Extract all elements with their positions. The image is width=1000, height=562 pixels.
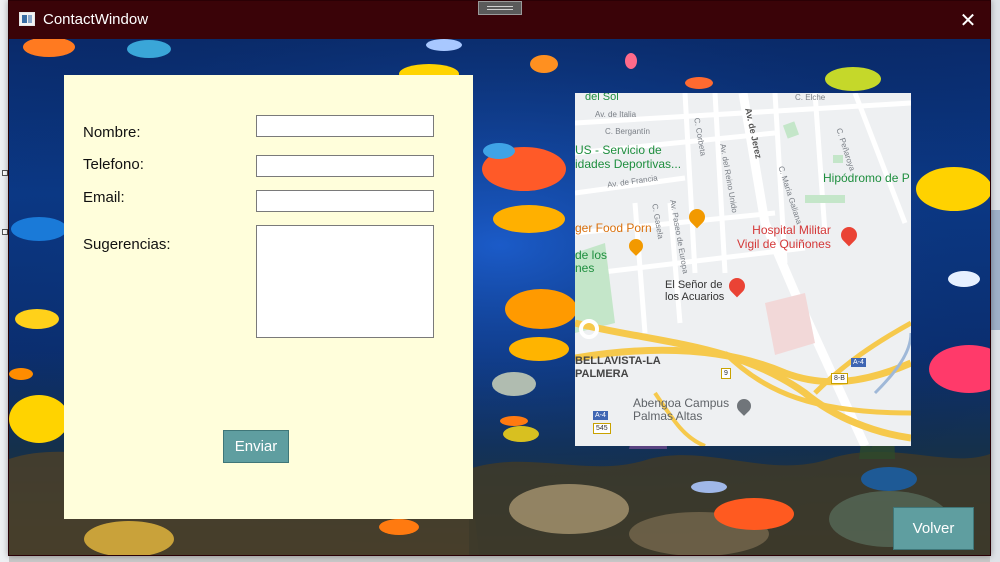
map-poi-sports: US - Servicio de idades Deportivas...	[575, 143, 682, 171]
email-label: Email:	[83, 189, 125, 206]
telefono-label: Telefono:	[83, 156, 144, 173]
desktop-background-strip-right	[990, 0, 1000, 562]
nombre-label: Nombre:	[83, 124, 141, 141]
map-poi-park: de los nes	[575, 248, 608, 275]
contact-window: ContactWindow ✕ Nombre: Telefono: Email:…	[8, 0, 991, 556]
road-shield: 545	[593, 423, 611, 434]
nombre-input[interactable]	[256, 115, 434, 137]
road-shield: 8-B	[831, 373, 848, 384]
map-poi-racecourse: Hipódromo de P	[823, 171, 910, 185]
map-poi-food: ger Food Porn	[575, 221, 652, 235]
sugerencias-textarea[interactable]	[256, 225, 434, 338]
road-shield: A-4	[593, 411, 608, 420]
window-grip-handle[interactable]	[478, 1, 522, 15]
telefono-input[interactable]	[256, 155, 434, 177]
map-street-label: del Sol	[585, 93, 619, 103]
map-poi-hospital: Hospital Militar Vigil de Quiñones	[737, 223, 831, 251]
map-street-label: Av. de Italia	[595, 110, 637, 119]
contact-form-panel: Nombre: Telefono: Email: Sugerencias: En…	[64, 75, 473, 519]
volver-button[interactable]: Volver	[893, 507, 974, 550]
enviar-button[interactable]: Enviar	[223, 430, 289, 463]
app-icon	[19, 12, 35, 26]
window-title: ContactWindow	[43, 11, 149, 28]
email-input[interactable]	[256, 190, 434, 212]
map-street-label: C. Elche	[795, 93, 826, 102]
map-district-label: BELLAVISTA-LA PALMERA	[575, 355, 661, 380]
map-poi-aquarium: El Señor de los Acuarios	[665, 279, 725, 303]
map-poi-campus: Abengoa Campus Palmas Altas	[633, 396, 730, 423]
road-shield: A-4	[851, 358, 866, 367]
desktop-background-element	[990, 210, 1000, 330]
close-icon[interactable]: ✕	[946, 1, 990, 39]
road-shield: 9	[721, 368, 731, 379]
location-map[interactable]: del Sol Av. de Italia C. Bergantín C. Co…	[575, 93, 911, 446]
window-client-area: Nombre: Telefono: Email: Sugerencias: En…	[9, 39, 990, 555]
sugerencias-label: Sugerencias:	[83, 236, 171, 253]
map-street-label: C. Bergantín	[605, 127, 650, 136]
